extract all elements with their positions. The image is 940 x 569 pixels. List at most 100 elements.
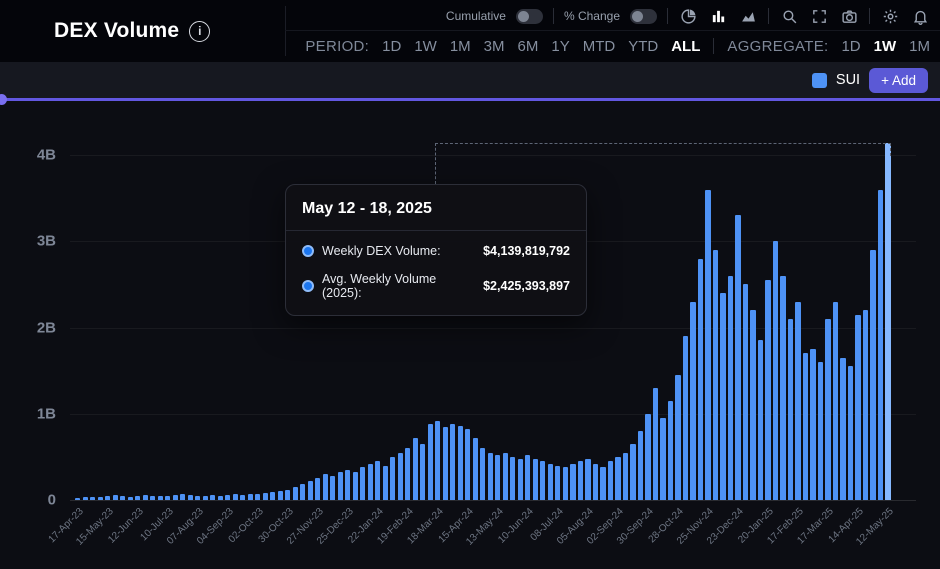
volume-bar[interactable] (653, 388, 658, 500)
volume-bar[interactable] (398, 453, 403, 500)
volume-bar[interactable] (165, 496, 170, 500)
volume-bar[interactable] (368, 464, 373, 500)
aggregate-1m[interactable]: 1M (909, 38, 930, 55)
bar-chart-icon[interactable] (708, 6, 728, 26)
volume-bar[interactable] (405, 448, 410, 500)
volume-bar[interactable] (623, 453, 628, 500)
volume-bar[interactable] (465, 429, 470, 500)
volume-bar[interactable] (360, 467, 365, 500)
volume-bar[interactable] (510, 457, 515, 500)
period-3m[interactable]: 3M (484, 38, 505, 55)
volume-bar[interactable] (285, 490, 290, 500)
volume-bar[interactable] (420, 444, 425, 500)
volume-bar[interactable] (855, 315, 860, 500)
volume-bar[interactable] (255, 494, 260, 500)
volume-bar[interactable] (495, 455, 500, 500)
series-color-swatch[interactable] (812, 73, 827, 88)
pie-chart-icon[interactable] (678, 6, 698, 26)
volume-bar[interactable] (795, 302, 800, 500)
volume-bar[interactable] (803, 353, 808, 500)
volume-bar[interactable] (383, 466, 388, 501)
volume-bar[interactable] (270, 492, 275, 500)
volume-bar[interactable] (660, 418, 665, 500)
volume-bar[interactable] (645, 414, 650, 500)
volume-bar[interactable] (480, 448, 485, 500)
volume-bar[interactable] (585, 459, 590, 500)
volume-bar[interactable] (210, 495, 215, 500)
volume-bar[interactable] (195, 496, 200, 500)
volume-bar[interactable] (810, 349, 815, 500)
volume-bar[interactable] (608, 461, 613, 500)
volume-bar[interactable] (90, 497, 95, 500)
volume-bar[interactable] (525, 455, 530, 500)
period-1w[interactable]: 1W (414, 38, 437, 55)
period-6m[interactable]: 6M (518, 38, 539, 55)
volume-bar[interactable] (135, 496, 140, 500)
volume-bar[interactable] (143, 495, 148, 500)
volume-bar[interactable] (578, 461, 583, 500)
pct-change-toggle[interactable] (630, 9, 657, 24)
volume-bar[interactable] (353, 472, 358, 500)
volume-bar[interactable] (713, 250, 718, 500)
volume-bar[interactable] (98, 497, 103, 500)
volume-bar[interactable] (765, 280, 770, 500)
volume-bar[interactable] (540, 461, 545, 500)
volume-bar[interactable] (848, 366, 853, 500)
volume-bar[interactable] (840, 358, 845, 500)
volume-bar[interactable] (413, 438, 418, 500)
volume-bar[interactable] (630, 444, 635, 500)
volume-bar[interactable] (428, 424, 433, 500)
volume-bar[interactable] (518, 459, 523, 500)
period-1y[interactable]: 1Y (551, 38, 569, 55)
volume-bar[interactable] (885, 143, 890, 500)
volume-bar[interactable] (443, 427, 448, 500)
period-mtd[interactable]: MTD (583, 38, 616, 55)
volume-bar[interactable] (113, 495, 118, 500)
volume-bar[interactable] (450, 424, 455, 500)
volume-bar[interactable] (278, 491, 283, 500)
volume-bar[interactable] (600, 467, 605, 500)
volume-bar[interactable] (773, 241, 778, 500)
volume-bar[interactable] (563, 467, 568, 500)
cumulative-toggle[interactable] (516, 9, 543, 24)
volume-bar[interactable] (503, 453, 508, 500)
volume-bar[interactable] (120, 496, 125, 500)
add-series-button[interactable]: + Add (869, 68, 928, 93)
volume-bar[interactable] (698, 259, 703, 501)
volume-bar[interactable] (188, 495, 193, 500)
volume-bar[interactable] (203, 496, 208, 500)
volume-bar[interactable] (683, 336, 688, 500)
volume-bar[interactable] (293, 487, 298, 500)
settings-gear-icon[interactable] (880, 6, 900, 26)
volume-bar[interactable] (435, 421, 440, 500)
volume-bar[interactable] (158, 496, 163, 500)
series-label[interactable]: SUI (836, 72, 860, 88)
volume-bar[interactable] (173, 495, 178, 500)
volume-bar[interactable] (233, 494, 238, 500)
volume-bar[interactable] (758, 340, 763, 500)
volume-bar[interactable] (263, 493, 268, 500)
search-icon[interactable] (779, 6, 799, 26)
volume-bar[interactable] (735, 215, 740, 500)
period-1d[interactable]: 1D (382, 38, 401, 55)
aggregate-1w[interactable]: 1W (874, 38, 897, 55)
volume-bar[interactable] (705, 190, 710, 501)
fullscreen-icon[interactable] (809, 6, 829, 26)
volume-bar[interactable] (218, 496, 223, 500)
volume-bar[interactable] (128, 497, 133, 500)
camera-icon[interactable] (839, 6, 859, 26)
volume-bar[interactable] (83, 497, 88, 500)
volume-bar[interactable] (75, 498, 80, 500)
volume-bar[interactable] (638, 431, 643, 500)
volume-bar[interactable] (668, 401, 673, 500)
volume-bar[interactable] (818, 362, 823, 500)
volume-bar[interactable] (825, 319, 830, 500)
volume-bar[interactable] (345, 470, 350, 500)
info-icon[interactable]: i (189, 21, 210, 42)
volume-bar[interactable] (675, 375, 680, 500)
volume-bar[interactable] (833, 302, 838, 500)
volume-bar[interactable] (473, 438, 478, 500)
volume-bar[interactable] (788, 319, 793, 500)
volume-bar[interactable] (315, 478, 320, 500)
volume-bar[interactable] (150, 496, 155, 500)
